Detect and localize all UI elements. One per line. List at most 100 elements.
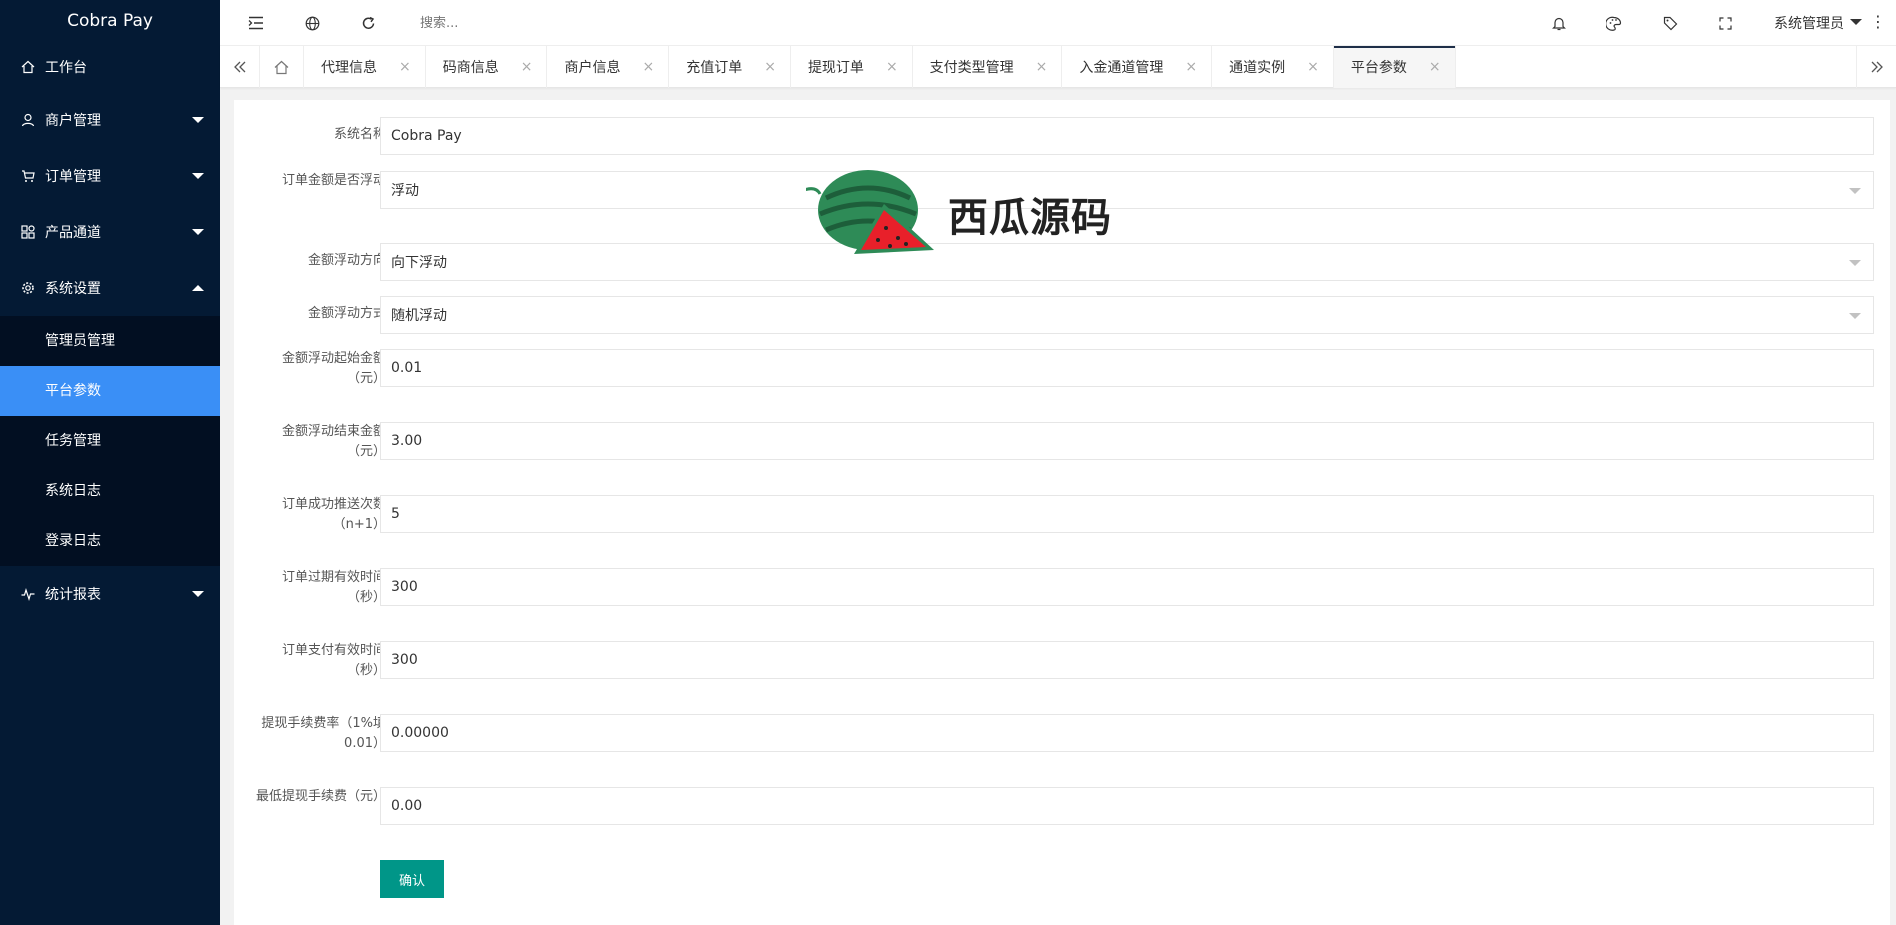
min-withdraw-fee-input[interactable]: 0.00 xyxy=(380,787,1874,825)
sidebar-subitem-system-log[interactable]: 系统日志 xyxy=(0,466,220,516)
float-start-amount-input[interactable]: 0.01 xyxy=(380,349,1874,387)
menu-fold-icon[interactable] xyxy=(246,13,266,33)
push-count-input[interactable]: 5 xyxy=(380,495,1874,533)
tab-withdraw-orders[interactable]: 提现订单 × xyxy=(791,46,913,88)
tab-label: 平台参数 xyxy=(1350,60,1407,76)
tab-label: 充值订单 xyxy=(686,60,743,76)
tab-merchant-info[interactable]: 商户信息 × xyxy=(547,46,670,88)
field-label: 订单支付有效时间（秒） xyxy=(281,643,386,678)
chevron-down-icon xyxy=(192,117,204,123)
tabs-scroll-left-icon[interactable] xyxy=(220,46,260,88)
cart-icon xyxy=(20,168,36,184)
system-name-input[interactable]: Cobra Pay xyxy=(380,117,1874,155)
sidebar-item-label: 工作台 xyxy=(45,60,87,76)
sidebar-subitem-platform-params[interactable]: 平台参数 xyxy=(0,366,220,416)
search-input[interactable] xyxy=(420,10,720,36)
close-icon[interactable]: × xyxy=(1036,59,1048,75)
app-logo: Cobra Pay xyxy=(67,11,153,31)
refresh-icon[interactable] xyxy=(358,13,378,33)
float-method-select[interactable]: 随机浮动 xyxy=(380,296,1874,334)
field-value: Cobra Pay xyxy=(391,128,462,144)
sidebar-item-system-settings[interactable]: 系统设置 xyxy=(0,260,220,316)
field-value: 300 xyxy=(391,579,418,595)
sidebar-item-workbench[interactable]: 工作台 xyxy=(0,42,220,92)
theme-icon[interactable] xyxy=(1604,13,1624,33)
tab-bar: 代理信息 × 码商信息 × 商户信息 × 充值订单 × 提现订单 × 支付类型管理 × 入金… xyxy=(220,46,1896,88)
fullscreen-icon[interactable] xyxy=(1715,13,1735,33)
chevron-down-icon xyxy=(192,591,204,597)
tabs: 代理信息 × 码商信息 × 商户信息 × 充值订单 × 提现订单 × 支付类型管理 × 入金… xyxy=(260,46,1456,88)
user-menu[interactable]: 系统管理员 xyxy=(1774,13,1844,33)
close-icon[interactable]: × xyxy=(764,59,776,75)
sidebar-item-orders[interactable]: 订单管理 xyxy=(0,148,220,204)
float-direction-select[interactable]: 向下浮动 xyxy=(380,243,1874,281)
order-expire-time-input[interactable]: 300 xyxy=(380,568,1874,606)
field-label: 金额浮动方式 xyxy=(307,306,386,321)
tab-label: 通道实例 xyxy=(1229,60,1286,76)
field-value: 向下浮动 xyxy=(391,255,447,271)
sidebar: Cobra Pay 工作台 商户管理 订单管理 产品通道 系统设置 管理员管理 … xyxy=(0,0,220,925)
tab-label: 码商信息 xyxy=(442,60,499,76)
close-icon[interactable]: × xyxy=(642,59,654,75)
chevron-down-icon xyxy=(1849,313,1861,319)
tabs-scroll-right-icon[interactable] xyxy=(1856,46,1896,88)
tab-label: 代理信息 xyxy=(321,60,377,76)
field-value: 0.01 xyxy=(391,360,423,376)
chevron-up-icon xyxy=(192,285,204,291)
tab-agent-info[interactable]: 代理信息 × xyxy=(304,46,426,88)
confirm-button[interactable]: 确认 xyxy=(380,860,444,898)
sidebar-item-product-channel[interactable]: 产品通道 xyxy=(0,204,220,260)
close-icon[interactable]: × xyxy=(1185,59,1197,75)
home-tab[interactable] xyxy=(260,46,304,88)
sidebar-subnav-system-settings: 管理员管理 平台参数 任务管理 系统日志 登录日志 xyxy=(0,316,220,566)
tab-payment-types[interactable]: 支付类型管理 × xyxy=(913,46,1063,88)
field-value: 0.00 xyxy=(391,798,423,814)
tab-label: 提现订单 xyxy=(807,60,864,76)
close-icon[interactable]: × xyxy=(1307,59,1319,75)
bell-icon[interactable] xyxy=(1549,13,1569,33)
tab-label: 支付类型管理 xyxy=(929,60,1014,76)
tab-coder-info[interactable]: 码商信息 × xyxy=(426,46,548,88)
sidebar-item-merchant[interactable]: 商户管理 xyxy=(0,92,220,148)
tab-label: 入金通道管理 xyxy=(1079,60,1164,76)
field-value: 浮动 xyxy=(391,183,419,199)
close-icon[interactable]: × xyxy=(1429,59,1441,75)
home-icon xyxy=(274,60,289,74)
float-end-amount-input[interactable]: 3.00 xyxy=(380,422,1874,460)
tab-channel-instances[interactable]: 通道实例 × xyxy=(1212,46,1334,88)
close-icon[interactable]: × xyxy=(521,59,533,75)
amount-float-select[interactable]: 浮动 xyxy=(380,171,1874,209)
field-label: 提现手续费率（1%填0.01） xyxy=(261,716,386,751)
field-value: 0.00000 xyxy=(391,725,449,741)
chevron-down-icon xyxy=(192,229,204,235)
tag-icon[interactable] xyxy=(1660,13,1680,33)
chart-icon xyxy=(20,586,36,602)
tab-recharge-orders[interactable]: 充值订单 × xyxy=(669,46,791,88)
more-icon[interactable]: ⋮ xyxy=(1870,12,1886,31)
field-label: 金额浮动起始金额（元） xyxy=(281,351,386,386)
chevron-down-icon xyxy=(192,173,204,179)
tab-platform-params[interactable]: 平台参数 × xyxy=(1333,46,1456,88)
sidebar-item-label: 商户管理 xyxy=(45,113,101,129)
sidebar-subitem-tasks[interactable]: 任务管理 xyxy=(0,416,220,466)
field-label: 订单金额是否浮动 xyxy=(281,173,386,188)
gear-icon xyxy=(20,280,36,296)
sidebar-subitem-admin[interactable]: 管理员管理 xyxy=(0,316,220,366)
sidebar-item-label: 系统设置 xyxy=(45,281,101,297)
globe-icon[interactable] xyxy=(302,13,322,33)
chevron-down-icon[interactable] xyxy=(1850,19,1862,25)
close-icon[interactable]: × xyxy=(886,59,898,75)
sidebar-item-stats[interactable]: 统计报表 xyxy=(0,566,220,622)
sidebar-item-label: 统计报表 xyxy=(45,587,101,603)
withdraw-fee-rate-input[interactable]: 0.00000 xyxy=(380,714,1874,752)
platform-params-form: 系统名称 Cobra Pay 订单金额是否浮动 浮动 金额浮动方向 向下浮动 金… xyxy=(234,100,1890,925)
field-value: 3.00 xyxy=(391,433,423,449)
field-label: 订单成功推送次数（n+1） xyxy=(281,497,386,532)
payment-valid-time-input[interactable]: 300 xyxy=(380,641,1874,679)
field-label: 金额浮动方向 xyxy=(307,253,386,268)
field-value: 随机浮动 xyxy=(391,308,447,324)
close-icon[interactable]: × xyxy=(399,59,411,75)
sidebar-subitem-login-log[interactable]: 登录日志 xyxy=(0,516,220,566)
tab-label: 商户信息 xyxy=(564,60,621,76)
tab-deposit-channels[interactable]: 入金通道管理 × xyxy=(1062,46,1213,88)
